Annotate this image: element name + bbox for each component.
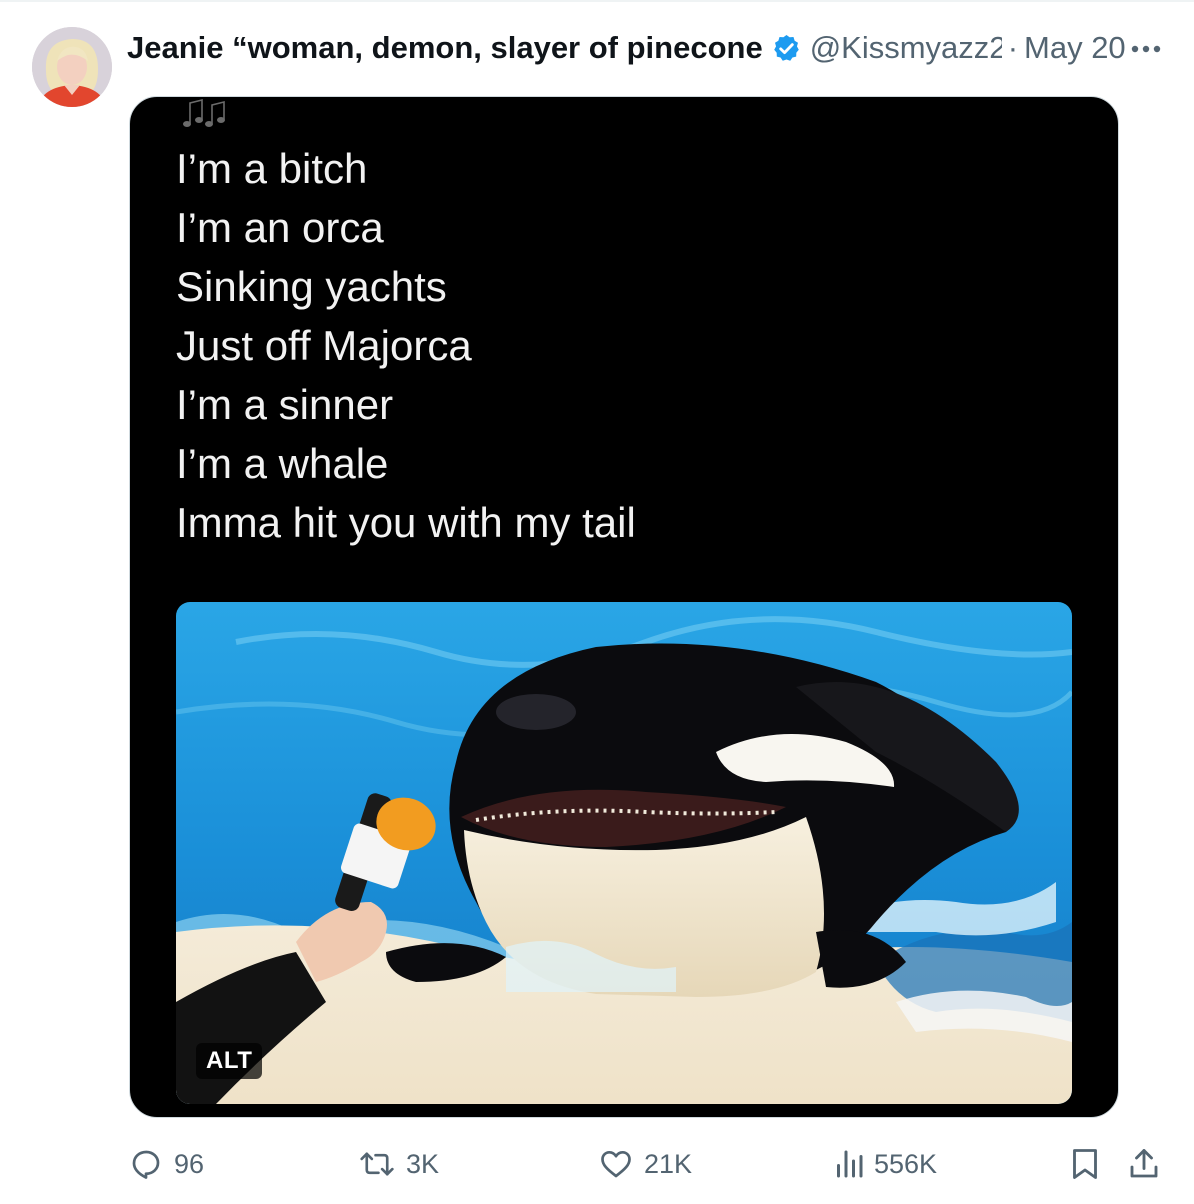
lyric-line: I’m a bitch [176,145,368,192]
display-name[interactable]: Jeanie “woman, demon, slayer of pinecone [127,30,763,66]
tweet-actions: 96 3K 21K 556K [128,1142,1168,1186]
lyric-line: Sinking yachts [176,263,447,310]
views-button[interactable]: 556K [834,1142,937,1186]
lyric-line: Just off Majorca [176,322,472,369]
heart-icon [601,1150,631,1178]
bookmark-icon [1073,1149,1097,1179]
handle[interactable]: @Kissmyazz24 [810,30,1002,66]
separator-dot: · [1007,30,1019,65]
lyric-line: I’m a whale [176,440,389,487]
music-notes-icon [183,98,225,127]
lyric-line: Imma hit you with my tail [176,499,636,546]
reply-icon [132,1150,160,1179]
share-button[interactable] [1126,1142,1162,1186]
reply-count: 96 [174,1148,205,1179]
reply-button[interactable]: 96 [128,1142,204,1186]
like-count: 21K [644,1148,693,1179]
more-horizontal-icon [1131,45,1161,53]
like-button[interactable]: 21K [598,1142,692,1186]
retweet-button[interactable]: 3K [358,1142,439,1186]
tweet-media[interactable]: I’m a bitch I’m an orca Sinking yachts J… [129,96,1119,1118]
views-count: 556K [874,1148,938,1179]
lyrics-text: I’m a bitch I’m an orca Sinking yachts J… [176,139,636,552]
bookmark-button[interactable] [1068,1142,1102,1186]
top-divider [0,0,1194,2]
alt-text-button[interactable]: ALT [196,1043,263,1079]
more-options-button[interactable] [1128,34,1164,64]
retweet-count: 3K [406,1148,440,1179]
avatar[interactable] [32,27,112,107]
retweet-icon [360,1152,394,1176]
lyric-line: I’m an orca [176,204,384,251]
tweet-date[interactable]: May 20 [1024,30,1126,66]
lyric-line: I’m a sinner [176,381,394,428]
tweet-header: Jeanie “woman, demon, slayer of pinecone… [127,28,1167,68]
bar-chart-icon [837,1150,863,1178]
verified-badge-icon[interactable] [771,33,802,64]
orca-interview-photo [176,602,1072,1104]
share-icon [1130,1149,1158,1178]
